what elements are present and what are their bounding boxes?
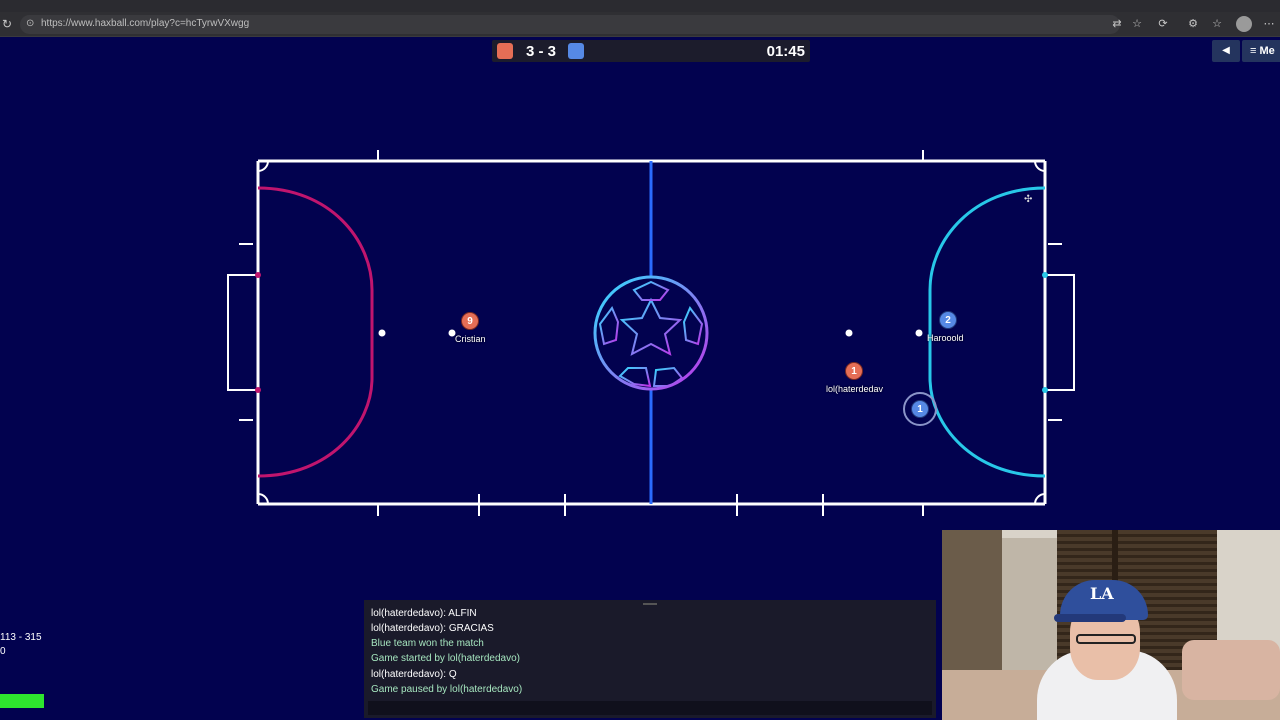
right-post-bottom [1042,387,1048,393]
chat-panel: lol(haterdedavo): ALFIN lol(haterdedavo)… [364,600,936,718]
right-penalty-area [928,186,1046,478]
fps-readout: 113 - 315 [0,632,42,643]
left-penalty-area [257,186,374,478]
chat-message: lol(haterdedavo): GRACIAS [371,623,494,634]
cursor-icon: ✣ [1024,194,1033,205]
chat-notice: Game paused by lol(haterdedavo) [371,684,523,695]
cap-logo-icon: LA [1090,584,1114,603]
chat-notice: Game started by lol(haterdedavo) [371,653,520,664]
player-disc-red: 9 [461,312,479,330]
chat-input[interactable] [368,701,932,715]
player-name: Harooold [927,333,964,343]
player-disc-blue: 2 [939,311,957,329]
player-name: lol(haterdedav [826,384,884,394]
player-disc-blue-self: 1 [911,400,929,418]
chat-message: lol(haterdedavo): Q [371,669,457,680]
chat-notice: Blue team won the match [371,638,484,649]
center-ball-logo [593,275,709,391]
right-post-top [1042,272,1048,278]
chat-resize-handle[interactable] [643,603,657,605]
chat-message: lol(haterdedavo): ALFIN [371,608,477,619]
stats-panel: 113 - 315 0 [0,632,42,657]
right-goal [1045,274,1075,391]
player-name: Cristian [455,334,486,344]
right-mark [845,329,853,337]
ping-readout: 0 [0,646,6,657]
right-penalty-spot [915,329,923,337]
left-goal [227,274,258,391]
webcam-overlay: LA [942,530,1280,720]
player-disc-red: 1 [845,362,863,380]
left-penalty-spot [378,329,386,337]
left-post-bottom [255,387,261,393]
ping-graph [0,694,44,708]
left-post-top [255,272,261,278]
